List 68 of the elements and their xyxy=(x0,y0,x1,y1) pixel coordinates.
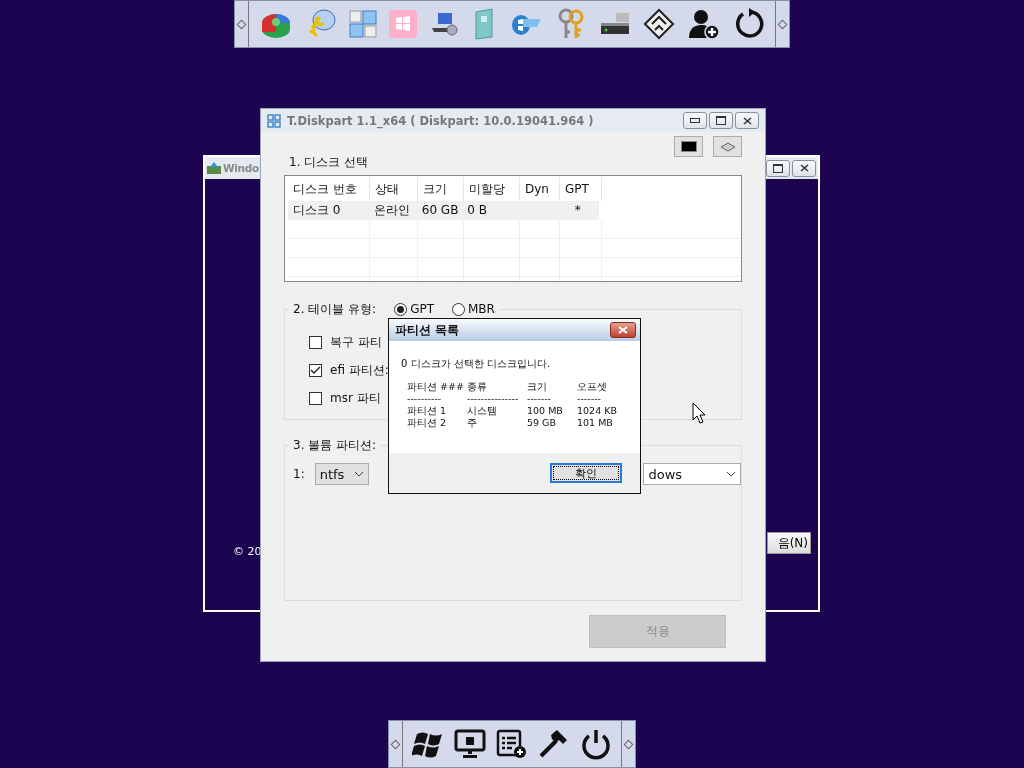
cursor-icon xyxy=(692,402,706,424)
add-user-icon[interactable] xyxy=(687,8,720,40)
close-button[interactable] xyxy=(735,112,759,129)
table-cell: 디스크 0 xyxy=(288,201,370,220)
checkbox[interactable]: 복구 파티 xyxy=(309,328,382,356)
separator-text: ------- xyxy=(577,393,602,405)
disk-button[interactable] xyxy=(713,136,742,157)
checkbox[interactable]: efi 파티션: xyxy=(309,356,389,384)
chevron-down-icon xyxy=(354,471,365,477)
close-button[interactable] xyxy=(792,159,816,177)
grip-icon[interactable] xyxy=(777,19,788,29)
ok-button[interactable]: 확인 xyxy=(550,463,622,483)
close-icon xyxy=(742,116,752,125)
separator-text: ---------- xyxy=(407,393,443,405)
message-text: 0 디스크가 선택한 디스크입니다. xyxy=(401,357,552,371)
app-icon xyxy=(267,113,281,128)
table-cell-text: 101 MB xyxy=(577,417,614,429)
grip-icon[interactable] xyxy=(236,19,247,29)
table-cell-text: 파티션 2 xyxy=(407,417,448,429)
section-label: 2. 테이블 유형: xyxy=(293,300,377,318)
table-cell-text: 59 GB xyxy=(527,417,557,429)
checkbox[interactable]: msr 파티 xyxy=(309,384,381,412)
column-header: 오프셋 xyxy=(577,381,608,393)
setup-icon xyxy=(207,162,221,174)
tiles-icon[interactable] xyxy=(348,10,377,38)
separator-text: ------- xyxy=(527,393,552,405)
grip-icon[interactable] xyxy=(623,739,634,749)
section-label: 3. 볼륨 파티션: xyxy=(293,436,377,454)
separator-text: --------------- xyxy=(467,393,520,405)
table-cell: 60 GB xyxy=(416,201,463,220)
maximize-button[interactable] xyxy=(709,112,733,129)
grip-icon[interactable] xyxy=(390,739,401,749)
close-button[interactable] xyxy=(610,322,636,338)
power-icon[interactable] xyxy=(580,728,612,760)
minimize-button[interactable] xyxy=(683,112,707,129)
radio-option[interactable]: GPT xyxy=(394,302,434,316)
drive-icon[interactable] xyxy=(598,11,631,37)
dialog-title: 파티션 목록 xyxy=(395,321,460,339)
next-button[interactable]: 음(N) xyxy=(767,532,811,554)
table-cell-text: 시스템 xyxy=(467,405,498,417)
computer-gear-icon[interactable] xyxy=(429,10,460,38)
window-title: Windo xyxy=(223,162,259,174)
table-cell: 온라인 xyxy=(369,201,417,220)
monitor-icon[interactable] xyxy=(454,729,486,759)
table-cell: * xyxy=(557,201,599,220)
radio-option[interactable]: MBR xyxy=(452,302,495,316)
table-cell-text: 주 xyxy=(467,417,478,429)
window-title: T.Diskpart 1.1_x64 ( Diskpart: 10.0.19041.964 ) xyxy=(287,113,594,128)
table-cell-text: 파티션 1 xyxy=(407,405,448,417)
target-dropdown[interactable]: dows xyxy=(643,463,741,485)
row-label: 1: xyxy=(293,467,305,481)
console-button[interactable] xyxy=(674,136,703,157)
chevron-down-icon xyxy=(726,471,736,477)
disk-row[interactable]: 디스크 0 온라인 60 GB 0 B * xyxy=(288,201,599,220)
maximize-button[interactable] xyxy=(766,159,790,177)
hammer-icon[interactable] xyxy=(538,729,570,759)
check-icon xyxy=(310,365,321,375)
section-label: 1. 디스크 선택 xyxy=(289,154,370,171)
table-cell: 0 B xyxy=(462,201,518,220)
close-icon xyxy=(618,326,628,334)
table-cell-text: 1024 KB xyxy=(577,405,618,417)
table-cell-text: 100 MB xyxy=(527,405,564,417)
column-header: 크기 xyxy=(527,381,548,393)
close-icon xyxy=(799,164,809,172)
list-add-icon[interactable] xyxy=(496,729,528,759)
filesystem-dropdown[interactable]: ntfs xyxy=(314,463,370,485)
column-header: 종류 xyxy=(467,381,488,393)
column-header: 파티션 ### xyxy=(407,381,465,393)
